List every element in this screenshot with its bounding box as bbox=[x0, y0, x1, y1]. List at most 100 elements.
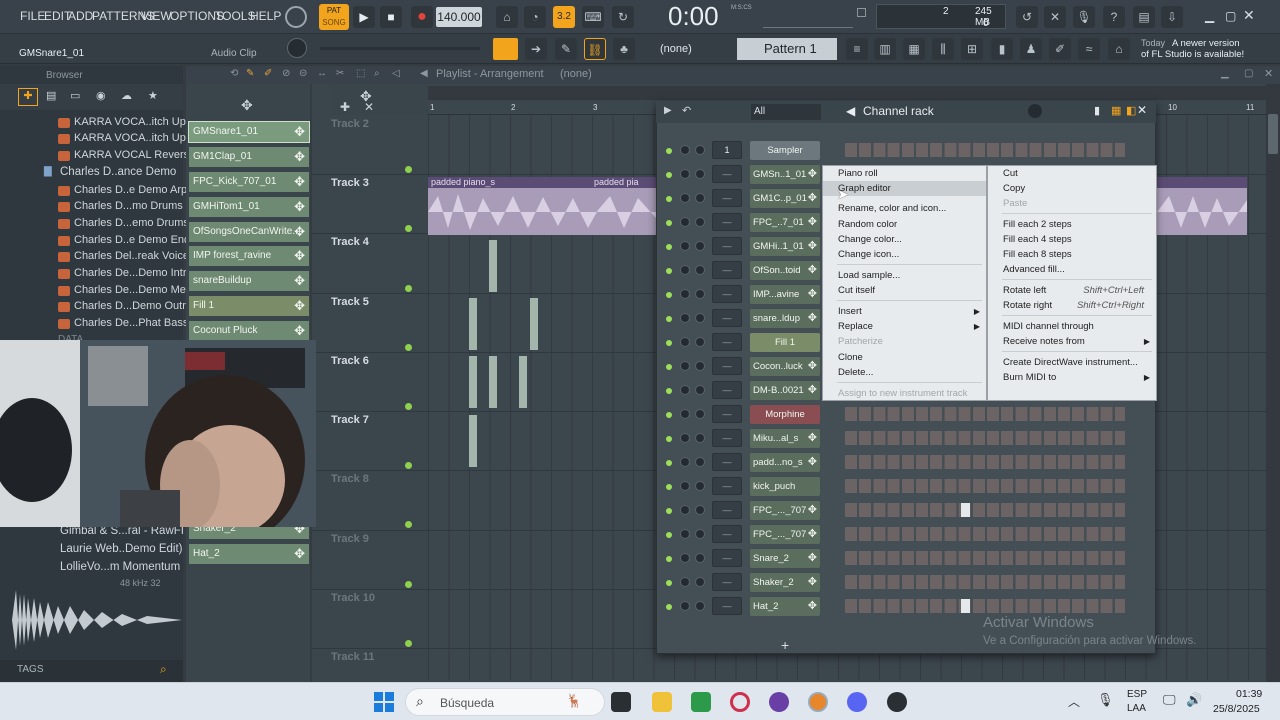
language-code[interactable]: ESP bbox=[1127, 689, 1147, 700]
step-row[interactable] bbox=[845, 503, 1125, 517]
loop-record-icon[interactable]: ↻ bbox=[612, 6, 634, 28]
menu-file[interactable]: FILE bbox=[20, 9, 45, 23]
news-line-1[interactable]: A newer version bbox=[1172, 38, 1240, 49]
step-row[interactable] bbox=[845, 407, 1125, 421]
mixer-track-box[interactable]: — bbox=[712, 213, 742, 231]
pan-knob[interactable] bbox=[680, 505, 690, 515]
pan-knob[interactable] bbox=[680, 577, 690, 587]
volume-knob[interactable] bbox=[695, 385, 705, 395]
menu-item-midi-through[interactable]: MIDI channel through bbox=[988, 319, 1156, 334]
scroll-overview[interactable] bbox=[428, 86, 1278, 100]
menu-item-receive-notes[interactable]: Receive notes from ▶ bbox=[988, 334, 1156, 349]
taskbar-search[interactable]: ⌕ Búsqueda 🦌 bbox=[405, 688, 605, 716]
track-mute-led[interactable] bbox=[405, 285, 412, 292]
link-icon[interactable]: ⛓ bbox=[584, 38, 606, 60]
stamp-icon[interactable]: ♣ bbox=[613, 38, 635, 60]
channel-led[interactable] bbox=[666, 436, 672, 442]
pan-knob[interactable] bbox=[680, 265, 690, 275]
tuning-icon[interactable]: ≈ bbox=[1078, 38, 1100, 60]
browser-item[interactable]: Charles D...mo Drums 2 bbox=[74, 200, 192, 212]
slice-tool-icon[interactable]: ✂ bbox=[336, 68, 344, 79]
menu-item-burn-midi[interactable]: Burn MIDI to ▶ bbox=[988, 370, 1156, 385]
media-icon[interactable] bbox=[887, 692, 907, 712]
master-volume-knob[interactable] bbox=[287, 38, 307, 58]
pattern-clip[interactable] bbox=[469, 415, 477, 467]
master-pitch-knob[interactable] bbox=[285, 6, 307, 28]
pan-knob[interactable] bbox=[680, 553, 690, 563]
pan-knob[interactable] bbox=[680, 481, 690, 491]
track-mute-led[interactable] bbox=[405, 166, 412, 173]
step-row[interactable] bbox=[845, 455, 1125, 469]
browser-item[interactable]: KARRA VOCA..itch Up 2 bbox=[74, 116, 195, 128]
close-icon[interactable]: ✕ bbox=[1243, 7, 1255, 24]
browser-star-icon[interactable]: ★ bbox=[148, 89, 158, 102]
channel-led[interactable] bbox=[666, 316, 672, 322]
step-row[interactable] bbox=[845, 479, 1125, 493]
channel-button[interactable]: GM1C..p_01 ✥ bbox=[750, 189, 820, 208]
channel-led[interactable] bbox=[666, 508, 672, 514]
picker-item[interactable]: snareBuildup ✥ bbox=[189, 271, 309, 291]
opera-icon[interactable] bbox=[730, 692, 750, 712]
menu-item-rotate-right[interactable]: Rotate right Shift+Ctrl+Right bbox=[988, 298, 1156, 313]
pattern-selector[interactable]: Pattern 1 bbox=[737, 38, 837, 60]
browser-item[interactable]: Charles D..e Demo Arp bbox=[74, 184, 187, 196]
channel-led[interactable] bbox=[666, 556, 672, 562]
active-step[interactable] bbox=[961, 503, 970, 517]
browser-item[interactable]: Charles De...Phat Bass bbox=[74, 317, 188, 329]
rack-close-icon[interactable]: ✕ bbox=[1137, 103, 1147, 117]
audio-clip[interactable]: padded piano_s padded pia bbox=[428, 177, 656, 235]
active-step[interactable] bbox=[961, 599, 970, 613]
mixer-track-box[interactable]: — bbox=[712, 357, 742, 375]
plugin-icon[interactable]: ♟ bbox=[1020, 38, 1042, 60]
menu-item-clone[interactable]: Clone bbox=[823, 350, 986, 365]
channel-led[interactable] bbox=[666, 172, 672, 178]
browser-packs-icon[interactable]: ◉ bbox=[96, 89, 106, 102]
picker-item[interactable]: IMP forest_ravine ✥ bbox=[189, 246, 309, 266]
browser-item[interactable]: KARRA VOCAL Reversed bbox=[74, 149, 201, 161]
picker-item[interactable]: Coconut Pluck ✥ bbox=[189, 321, 309, 341]
remove-icon[interactable]: ✕ bbox=[364, 100, 374, 114]
track-header[interactable]: Track 6 bbox=[331, 355, 369, 367]
channel-button[interactable]: IMP...avine ✥ bbox=[750, 285, 820, 304]
channel-button[interactable]: GMHi..1_01 ✥ bbox=[750, 237, 820, 256]
menu-item-directwave[interactable]: Create DirectWave instrument... bbox=[988, 355, 1156, 370]
volume-knob[interactable] bbox=[695, 169, 705, 179]
browser-plugins-icon[interactable]: ▭ bbox=[70, 89, 80, 102]
swing-knob[interactable] bbox=[1028, 104, 1042, 118]
detach-icon[interactable]: ◧ bbox=[1126, 104, 1136, 117]
pattern-clip[interactable] bbox=[489, 240, 497, 292]
volume-knob[interactable] bbox=[695, 145, 705, 155]
pan-knob[interactable] bbox=[680, 313, 690, 323]
add-channel-icon[interactable]: + bbox=[781, 637, 789, 653]
rack-menu-icon[interactable]: ▶ bbox=[664, 105, 672, 116]
clock-date[interactable]: 25/8/2025 bbox=[1213, 703, 1260, 715]
step-row[interactable] bbox=[845, 599, 1125, 613]
move-icon[interactable]: ✥ bbox=[241, 97, 253, 114]
menu-item-replace[interactable]: Replace ▶ bbox=[823, 319, 986, 334]
channel-led[interactable] bbox=[666, 220, 672, 226]
step-row[interactable] bbox=[845, 575, 1125, 589]
playlist-minimize-icon[interactable]: ▁ bbox=[1221, 68, 1229, 79]
browser-folder[interactable]: Charles D..ance Demo bbox=[60, 166, 176, 178]
app-icon[interactable] bbox=[769, 692, 789, 712]
menu-item-cut[interactable]: Cut bbox=[988, 166, 1156, 181]
channel-led[interactable] bbox=[666, 340, 672, 346]
volume-knob[interactable] bbox=[695, 433, 705, 443]
channel-led[interactable] bbox=[666, 580, 672, 586]
picker-item[interactable]: Hat_2 ✥ bbox=[189, 544, 309, 564]
channel-led[interactable] bbox=[666, 244, 672, 250]
volume-knob[interactable] bbox=[695, 601, 705, 611]
step-row[interactable] bbox=[845, 143, 1125, 157]
channel-button[interactable]: kick_puch bbox=[750, 477, 820, 496]
start-icon[interactable] bbox=[374, 692, 394, 712]
browser-files-icon[interactable]: ▤ bbox=[46, 89, 56, 102]
language-layout[interactable]: LAA bbox=[1127, 703, 1146, 714]
channel-led[interactable] bbox=[666, 532, 672, 538]
channel-led[interactable] bbox=[666, 388, 672, 394]
channel-led[interactable] bbox=[666, 148, 672, 154]
mixer-track-box[interactable]: — bbox=[712, 285, 742, 303]
menu-item-piano-roll[interactable]: Piano roll bbox=[823, 166, 986, 181]
pencil-tool-icon[interactable]: ✎ bbox=[555, 38, 577, 60]
playlist-button[interactable] bbox=[493, 38, 518, 60]
plugin-picker-icon[interactable]: ⊞ bbox=[961, 38, 983, 60]
